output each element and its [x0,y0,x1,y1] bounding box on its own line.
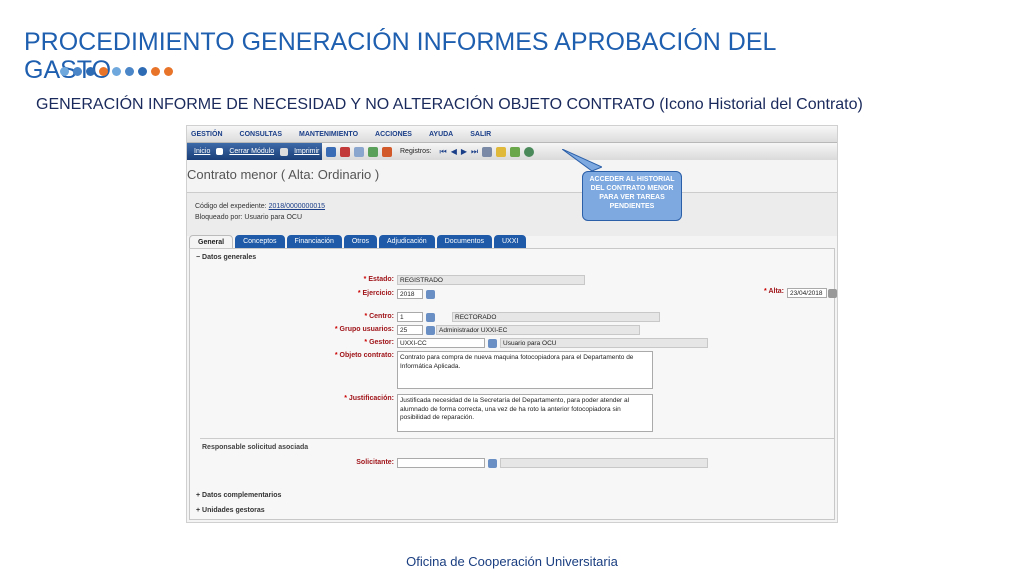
app-screenshot: Gestión Consultas Mantenimiento Acciones… [186,125,838,523]
responsable-header: Responsable solicitud asociada [202,444,309,451]
decorative-dot [151,67,160,76]
datos-generales-header[interactable]: − Datos generales [196,254,256,261]
datos-complementarios-header[interactable]: + Datos complementarios [196,492,281,499]
gestor-lookup-icon[interactable] [488,339,497,348]
ejercicio-lookup-icon[interactable] [426,290,435,299]
decorative-dot [164,67,173,76]
close-module-icon [216,148,224,155]
expediente-header: Código del expediente: 2018/0000000015 B… [187,192,837,236]
general-panel: − Datos generales * Estado: REGISTRADO *… [189,248,837,520]
decorative-dot [112,67,121,76]
codigo-label: Código del expediente: [195,203,267,210]
ejercicio-label: * Ejercicio: [357,290,394,297]
solicitante-field[interactable] [397,458,485,468]
menu-ayuda[interactable]: Ayuda [425,131,466,138]
decorative-dot [99,67,108,76]
menu-acciones[interactable]: Acciones [371,131,425,138]
objeto-label: * Objeto contrato: [334,352,394,359]
tab-documentos[interactable]: Documentos [436,235,492,249]
folder-icon[interactable] [496,146,507,157]
alta-label: * Alta: [764,288,784,295]
centro-desc-field: RECTORADO [452,312,660,322]
menu-gestion[interactable]: Gestión [187,131,236,138]
slide-footer: Oficina de Cooperación Universitaria [406,554,618,569]
centro-code-field[interactable]: 1 [397,312,423,322]
decorative-dot [138,67,147,76]
menu-consultas[interactable]: Consultas [236,131,296,138]
menu-salir[interactable]: Salir [466,131,504,138]
justificacion-label: * Justificación: [344,395,394,402]
gestor-code-field[interactable]: UXXI-CC [397,338,485,348]
centro-lookup-icon[interactable] [426,313,435,322]
grupo-usuarios-label: * Grupo usuarios: [334,326,394,333]
tasks-icon[interactable] [510,146,521,157]
form-title: Contrato menor ( Alta: Ordinario ) [187,167,380,182]
centro-label: * Centro: [364,313,394,320]
printer-icon [280,147,289,156]
decorative-dot [86,67,95,76]
search-icon[interactable] [354,146,364,157]
calendar-icon[interactable] [828,289,837,298]
grid-icon[interactable] [482,146,493,157]
save-icon[interactable] [326,146,336,157]
tab-general[interactable]: General [189,235,234,249]
decorative-dot [73,67,82,76]
tab-financiacion[interactable]: Financiación [286,235,342,249]
delete-icon[interactable] [382,146,392,157]
justificacion-textarea[interactable]: Justificada necesidad de la Secretaría d… [397,394,653,432]
tab-uxxi[interactable]: UXXI [493,235,527,249]
imprimir-link[interactable]: Imprimir [291,148,322,155]
menu-bar: Gestión Consultas Mantenimiento Acciones… [187,126,837,143]
solicitante-label: Solicitante: [356,459,394,466]
gestor-desc-field: Usuario para OCU [500,338,708,348]
edit-icon[interactable] [368,146,378,157]
historial-callout: ACCEDER AL HISTORIAL DEL CONTRATO MENOR … [582,171,682,221]
tab-bar: General Conceptos Financiación Otros Adj… [189,235,527,249]
registros-label: Registros: [400,148,432,155]
estado-field: REGISTRADO [397,275,585,285]
callout-pointer [562,149,602,172]
tab-adjudicacion[interactable]: Adjudicación [378,235,435,249]
solicitante-desc-field [500,458,708,468]
bloqueado-text: Bloqueado por: Usuario para OCU [195,214,303,221]
next-record-icon[interactable]: ▶ [461,147,467,156]
unidades-gestoras-header[interactable]: + Unidades gestoras [196,507,265,514]
menu-mantenimiento[interactable]: Mantenimiento [295,131,371,138]
last-record-icon[interactable]: ⏭ [471,147,478,157]
slide-subtitle: GENERACIÓN INFORME DE NECESIDAD Y NO ALT… [36,96,863,113]
decorative-dots [60,67,173,76]
cerrar-modulo-link[interactable]: Cerrar Módulo [226,148,277,155]
solicitante-lookup-icon[interactable] [488,459,497,468]
inicio-link[interactable]: Inicio [191,148,213,155]
tab-otros[interactable]: Otros [343,235,377,249]
grupo-lookup-icon[interactable] [426,326,435,335]
historial-contrato-icon[interactable] [524,146,535,157]
ejercicio-field[interactable]: 2018 [397,289,423,299]
decorative-dot [125,67,134,76]
tab-conceptos[interactable]: Conceptos [235,235,285,249]
decorative-dot [60,67,69,76]
grupo-code-field[interactable]: 25 [397,325,423,335]
save-close-icon[interactable] [340,146,350,157]
alta-field[interactable]: 23/04/2018 [787,288,827,298]
prev-record-icon[interactable]: ◀ [451,147,457,156]
gestor-label: * Gestor: [364,339,394,346]
codigo-value[interactable]: 2018/0000000015 [269,203,325,210]
objeto-textarea[interactable]: Contrato para compra de nueva maquina fo… [397,351,653,389]
grupo-desc-field: Administrador UXXI-EC [436,325,640,335]
estado-label: * Estado: [363,276,394,283]
first-record-icon[interactable]: ⏮ [440,147,447,157]
divider [200,438,834,439]
